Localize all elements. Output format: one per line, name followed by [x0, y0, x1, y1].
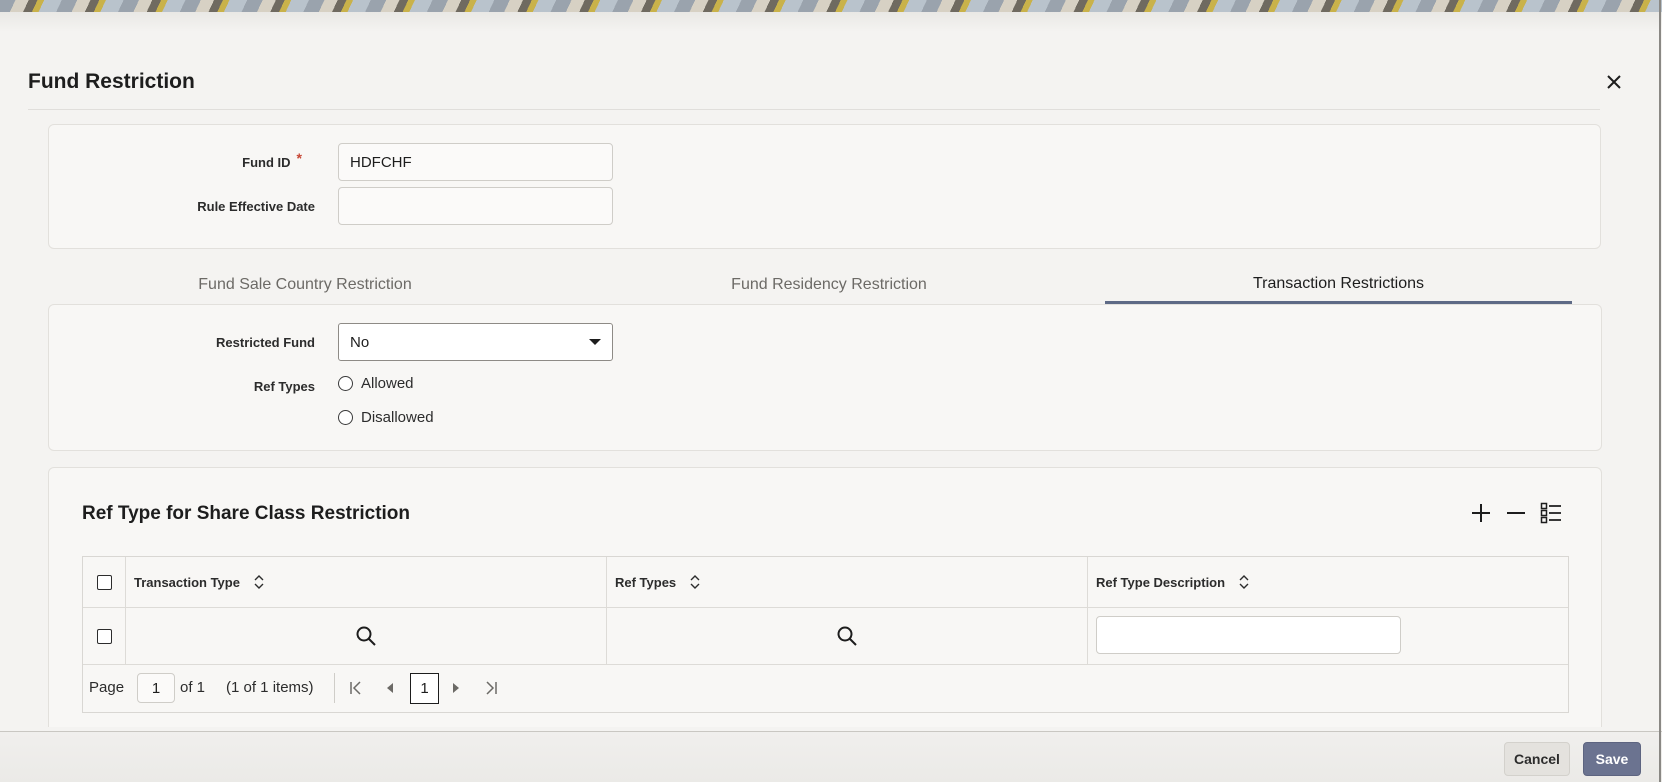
- fund-id-value: HDFCHF: [350, 153, 412, 171]
- radio-allowed-label: Allowed: [361, 375, 414, 392]
- single-view-button[interactable]: [1538, 500, 1564, 526]
- last-page-icon: [486, 681, 497, 695]
- column-ref-types[interactable]: Ref Types: [607, 557, 1088, 607]
- page-of-label: of 1: [180, 679, 206, 696]
- page-label: Page: [89, 679, 125, 696]
- restricted-fund-select[interactable]: No: [338, 323, 613, 361]
- select-all-checkbox[interactable]: [96, 574, 112, 590]
- previous-page-button[interactable]: [379, 676, 401, 700]
- ref-types-label: Ref Types: [253, 379, 315, 394]
- radio-disallowed-label: Disallowed: [361, 409, 434, 426]
- tab-fund-sale-country-restriction[interactable]: Fund Sale Country Restriction: [48, 266, 562, 304]
- next-page-button[interactable]: [445, 676, 467, 700]
- radio-disallowed-circle[interactable]: [338, 410, 353, 425]
- dialog-footer: Cancel Save: [0, 731, 1662, 782]
- rule-effective-date-field[interactable]: [338, 187, 613, 225]
- column-ref-types-label: Ref Types: [615, 574, 677, 590]
- previous-page-icon: [387, 683, 393, 693]
- chevron-down-icon: [589, 339, 601, 345]
- restriction-tabs: Fund Sale Country Restriction Fund Resid…: [48, 266, 1602, 304]
- sort-icon[interactable]: [690, 575, 700, 589]
- radio-allowed[interactable]: Allowed: [338, 375, 414, 392]
- items-count-label: (1 of 1 items): [226, 679, 314, 696]
- transaction-type-cell[interactable]: [126, 608, 607, 664]
- fund-id-label: Fund ID *: [242, 150, 302, 170]
- header-banner: [0, 0, 1662, 12]
- current-page-button[interactable]: 1: [410, 673, 439, 704]
- ref-type-table: Transaction Type Ref Types Ref Type Desc…: [82, 556, 1569, 713]
- add-row-button[interactable]: [1468, 500, 1494, 526]
- column-ref-type-description-label: Ref Type Description: [1096, 574, 1226, 590]
- pagination-divider: [334, 673, 335, 703]
- close-button[interactable]: [1600, 68, 1628, 96]
- column-transaction-type[interactable]: Transaction Type: [126, 557, 607, 607]
- sort-icon[interactable]: [1239, 575, 1249, 589]
- list-detail-icon: [1540, 502, 1561, 524]
- transaction-restrictions-panel: [48, 304, 1602, 451]
- ref-types-cell[interactable]: [607, 608, 1088, 664]
- radio-allowed-circle[interactable]: [338, 376, 353, 391]
- pagination-bar: Page 1 of 1 (1 of 1 items) 1: [83, 665, 1568, 713]
- column-transaction-type-label: Transaction Type: [134, 574, 240, 590]
- required-marker: *: [296, 150, 302, 166]
- search-icon[interactable]: [836, 625, 858, 647]
- table-row: [83, 608, 1568, 665]
- close-icon: [1607, 75, 1621, 89]
- search-icon[interactable]: [355, 625, 377, 647]
- plus-icon: [1472, 504, 1490, 522]
- radio-disallowed[interactable]: Disallowed: [338, 409, 434, 426]
- last-page-button[interactable]: [480, 676, 502, 700]
- rule-effective-date-label: Rule Effective Date: [197, 199, 315, 214]
- minus-icon: [1507, 512, 1525, 514]
- dialog-header: Fund Restriction: [28, 66, 1621, 110]
- save-button[interactable]: Save: [1583, 742, 1641, 776]
- header-checkbox-cell: [83, 557, 126, 607]
- table-header-row: Transaction Type Ref Types Ref Type Desc…: [83, 557, 1568, 608]
- tab-fund-residency-restriction[interactable]: Fund Residency Restriction: [562, 266, 1096, 304]
- restricted-fund-value: No: [350, 333, 370, 351]
- window-edge: [1659, 0, 1661, 782]
- fund-details-panel: [48, 124, 1601, 249]
- next-page-icon: [453, 683, 459, 693]
- page-number-input[interactable]: 1: [137, 673, 175, 703]
- fund-id-field[interactable]: HDFCHF: [338, 143, 613, 181]
- tab-transaction-restrictions[interactable]: Transaction Restrictions: [1105, 266, 1572, 304]
- row-checkbox-cell: [83, 608, 126, 664]
- page-title: Fund Restriction: [28, 70, 195, 93]
- ref-type-description-cell: [1088, 608, 1568, 664]
- cancel-button[interactable]: Cancel: [1504, 742, 1570, 776]
- banner-shade: [0, 12, 1662, 32]
- column-ref-type-description[interactable]: Ref Type Description: [1088, 557, 1568, 607]
- ref-type-description-input[interactable]: [1096, 616, 1401, 654]
- row-checkbox[interactable]: [96, 628, 112, 644]
- sort-icon[interactable]: [254, 575, 264, 589]
- first-page-icon: [350, 681, 361, 695]
- first-page-button[interactable]: [345, 676, 367, 700]
- grid-title: Ref Type for Share Class Restriction: [82, 503, 411, 524]
- delete-row-button[interactable]: [1503, 500, 1529, 526]
- restricted-fund-label: Restricted Fund: [216, 335, 315, 350]
